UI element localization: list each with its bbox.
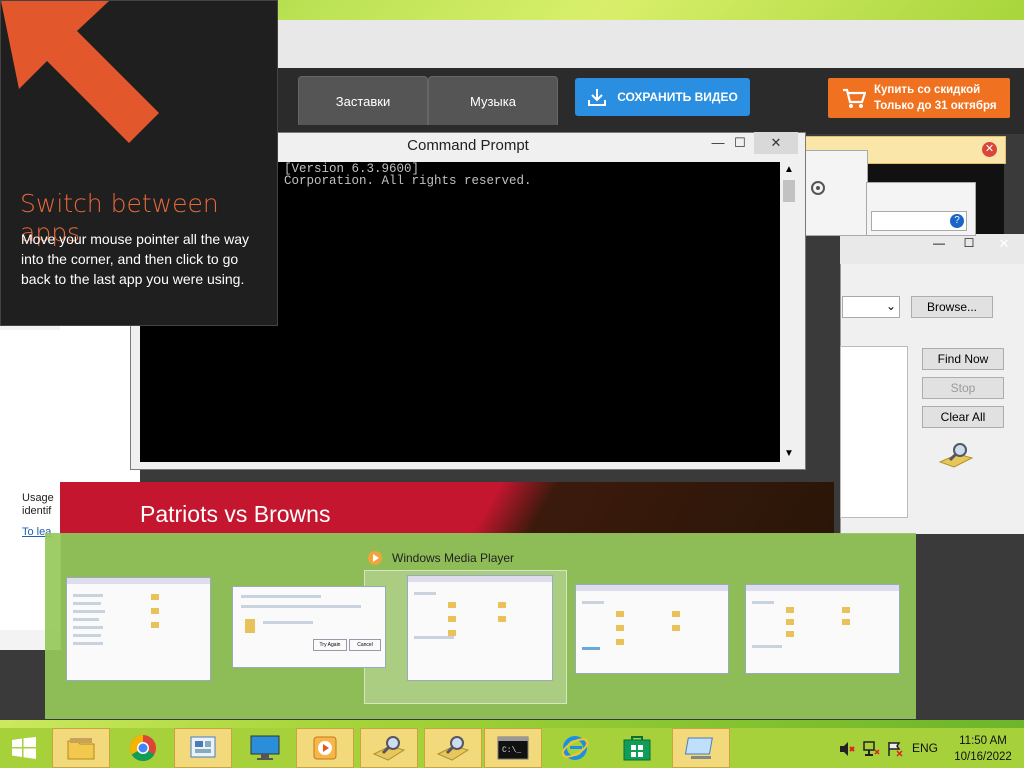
clock-time: 11:50 AM [959,735,1007,747]
minimize-button[interactable]: — [924,236,954,258]
cancel-button[interactable]: Cancel [349,639,381,651]
tutorial-overlay: Switch between apps Move your mouse poin… [0,0,278,326]
chrome-icon [129,734,156,762]
close-icon[interactable]: ✕ [982,142,997,157]
taskbar-command-prompt[interactable]: C:\_ [484,728,542,768]
taskbar-computer[interactable] [236,728,294,768]
taskbar-control-panel[interactable] [174,728,232,768]
switcher-thumb-explorer-2[interactable] [407,575,553,681]
close-button[interactable]: ✕ [984,236,1024,258]
cart-icon [843,88,866,108]
taskbar-store[interactable] [608,728,666,768]
tutorial-body: Move your mouse pointer all the way into… [21,231,249,287]
stop-button[interactable]: Stop [922,377,1004,399]
buy-line2: Только до 31 октября [874,100,997,112]
network-icon[interactable] [862,740,880,758]
taskbar-search-tool-2[interactable] [424,728,482,768]
scroll-down-icon[interactable]: ▼ [784,448,794,459]
vertical-scrollbar[interactable]: ▲ ▼ [780,162,798,462]
background-dialog-2: ? [866,182,976,236]
windows-logo-icon [12,737,36,759]
dialog-field[interactable]: ? [871,211,967,231]
switcher-thumb-permission-dialog[interactable]: Try Again Cancel [232,586,386,668]
clock-date: 10/16/2022 [954,751,1012,763]
start-button[interactable] [0,728,48,768]
action-center-flag-icon[interactable] [886,740,904,758]
maximize-button[interactable]: ☐ [954,236,984,258]
folder-icon [67,738,95,760]
switcher-thumb-explorer-4[interactable] [745,584,900,674]
clear-all-button[interactable]: Clear All [922,406,1004,428]
switcher-thumb-explorer-3[interactable] [575,584,729,674]
control-panel-icon [190,736,216,758]
buy-line1: Купить со скидкой [874,84,981,96]
clock[interactable]: 11:50 AM 10/16/2022 [948,733,1018,765]
sports-title: Patriots vs Browns [140,501,331,527]
taskbar-search-tool[interactable] [360,728,418,768]
scrollbar-thumb[interactable] [783,180,795,202]
find-results-pane [840,346,908,518]
search-tool-icon [372,736,406,761]
computer-icon [250,735,280,760]
find-files-titlebar: — ☐ ✕ [840,234,1024,264]
switcher-label: Windows Media Player [366,549,514,567]
terminal-icon: C:\_ [497,736,529,760]
taskbar-internet-explorer[interactable] [546,728,604,768]
browse-button[interactable]: Browse... [911,296,993,318]
gear-icon[interactable] [808,178,828,198]
taskbar-remote-desktop[interactable] [672,728,730,768]
store-icon [623,736,651,761]
search-magnifier-icon [938,443,974,468]
save-video-button[interactable]: СОХРАНИТЬ ВИДЕО [575,78,750,116]
switcher-thumb-explorer-1[interactable] [66,577,211,681]
input-language[interactable]: ENG [912,741,938,755]
download-icon [588,89,607,106]
speaker-muted-icon[interactable] [838,740,856,758]
taskbar-file-explorer[interactable] [52,728,110,768]
identif-text: identif [22,505,52,517]
remote-desktop-icon [685,737,713,759]
try-again-button[interactable]: Try Again [313,639,347,651]
tab-zastavki[interactable]: Заставки [298,76,428,125]
close-button[interactable]: ✕ [754,132,798,154]
tab-muzyka[interactable]: Музыка [428,76,558,125]
usage-text: Usage [22,492,54,504]
console-line-2: Corporation. All rights reserved. [284,174,532,188]
buy-discount-button[interactable]: Купить со скидкой Только до 31 октября [828,78,1010,118]
look-in-select[interactable]: ⌄ [842,296,900,318]
help-icon[interactable]: ? [950,214,964,228]
switcher-app-name: Windows Media Player [392,551,515,565]
svg-text:C:\_: C:\_ [502,746,521,755]
chevron-down-icon: ⌄ [885,299,896,313]
scroll-up-icon[interactable]: ▲ [784,164,794,175]
search-tool-icon [436,736,470,761]
corner-arrow-icon [1,1,159,143]
media-player-icon [313,736,337,760]
save-video-label: СОХРАНИТЬ ВИДЕО [617,90,738,104]
taskbar-chrome[interactable] [114,728,172,768]
find-now-button[interactable]: Find Now [922,348,1004,370]
internet-explorer-icon [561,736,589,760]
taskbar-media-player[interactable] [296,728,354,768]
media-player-icon [368,551,382,565]
